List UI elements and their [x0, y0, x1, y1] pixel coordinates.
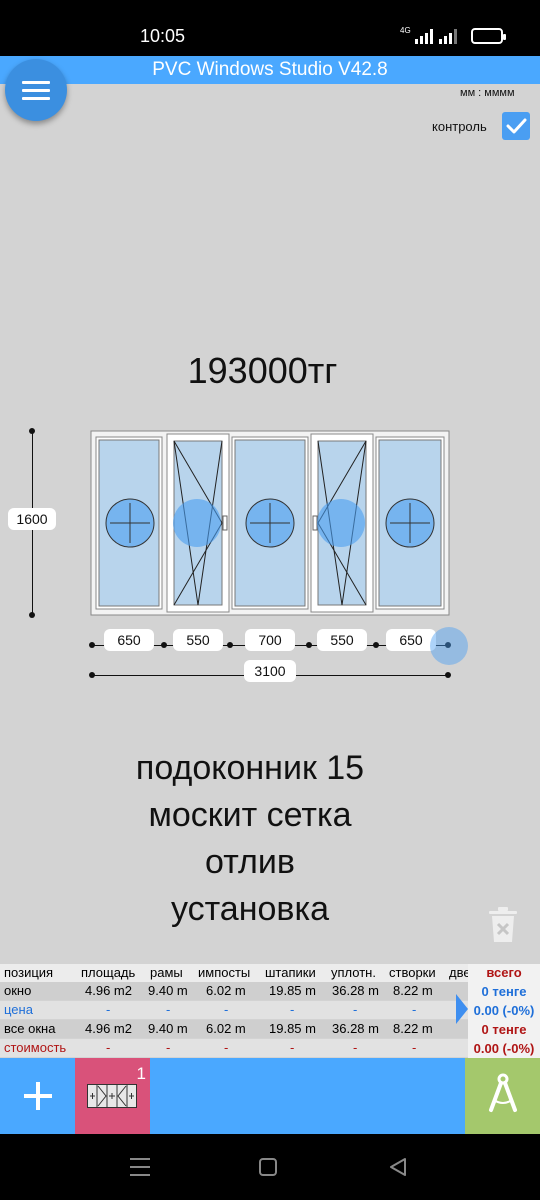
table-cell: -	[106, 1040, 111, 1055]
compass-tool-button[interactable]	[465, 1058, 540, 1134]
total-cost: 0.00 (-0%)	[473, 1041, 535, 1056]
table-cell: -	[166, 1040, 171, 1055]
total-window: 0 тенге	[481, 984, 527, 999]
window-count-badge: 1	[136, 1064, 146, 1083]
order-notes[interactable]: подоконник 15 москит сетка отлив установ…	[0, 745, 500, 933]
segment-width-label[interactable]: 550	[317, 629, 367, 651]
signal-2-icon	[438, 28, 457, 44]
summary-row-window[interactable]: окно 4.96 m2 9.40 m 6.02 m 19.85 m 36.28…	[0, 982, 468, 1000]
segment-dim-dot	[306, 642, 312, 648]
table-cell: 4.96 m2	[85, 983, 132, 998]
table-cell: 19.85 m	[269, 983, 316, 998]
table-cell: 9.40 m	[148, 1021, 188, 1036]
note-line: подоконник 15	[135, 749, 365, 787]
total-all-windows: 0 тенге	[481, 1022, 527, 1037]
network-type: 4G	[400, 25, 411, 35]
table-cell: 4.96 m2	[85, 1021, 132, 1036]
segment-width-label[interactable]: 650	[386, 629, 436, 651]
back-icon[interactable]	[388, 1158, 408, 1176]
summary-row-price[interactable]: цена - - - - - -	[0, 1001, 468, 1019]
bottom-toolbar: 1	[0, 1058, 540, 1134]
table-cell: 6.02 m	[206, 983, 246, 998]
table-cell: 8.22 m	[393, 1021, 433, 1036]
header-cell: площадь	[81, 965, 136, 980]
recent-apps-icon[interactable]	[130, 1158, 150, 1176]
height-dim-dot-bottom	[29, 612, 35, 618]
compass-icon	[489, 1073, 517, 1112]
table-cell: -	[290, 1002, 295, 1017]
window-thumbnail-icon	[87, 1084, 137, 1108]
summary-row-cost[interactable]: стоимость - - - - - -	[0, 1039, 468, 1057]
header-cell: уплотн.	[331, 965, 376, 980]
table-cell: -	[106, 1002, 111, 1017]
table-cell: 6.02 m	[206, 1021, 246, 1036]
table-cell: -	[412, 1002, 417, 1017]
table-cell: 36.28 m	[332, 1021, 379, 1036]
header-cell: рамы	[150, 965, 183, 980]
segment-dim-dot	[161, 642, 167, 648]
table-cell: -	[224, 1002, 229, 1017]
dimension-drag-handle[interactable]	[430, 627, 468, 665]
note-line: установка	[171, 890, 329, 928]
total-price: 0.00 (-0%)	[473, 1003, 535, 1018]
note-line: отлив	[205, 843, 295, 881]
table-cell: -	[224, 1040, 229, 1055]
totals-column: всего 0 тенге 0.00 (-0%) 0 тенге 0.00 (-…	[468, 964, 540, 1058]
table-cell: -	[166, 1002, 171, 1017]
row-label: окно	[4, 983, 32, 998]
row-label: стоимость	[4, 1040, 67, 1055]
summary-row-all-windows[interactable]: все окна 4.96 m2 9.40 m 6.02 m 19.85 m 3…	[0, 1020, 468, 1038]
battery-icon	[470, 28, 506, 44]
signal-icon	[414, 28, 433, 44]
table-cell: 9.40 m	[148, 983, 188, 998]
home-icon[interactable]	[258, 1158, 278, 1176]
total-width-dot-right	[445, 672, 451, 678]
add-window-button[interactable]	[18, 1076, 58, 1116]
segment-dim-dot	[89, 642, 95, 648]
menu-button[interactable]	[5, 59, 67, 121]
control-checkbox[interactable]	[502, 112, 530, 140]
status-bar: 10:05 4G	[0, 0, 540, 56]
row-label: цена	[4, 1002, 33, 1017]
trash-icon[interactable]	[486, 906, 520, 944]
header-cell: позиция	[4, 965, 54, 980]
segment-width-label[interactable]: 700	[245, 629, 295, 651]
expand-arrow-icon[interactable]	[456, 994, 468, 1024]
table-cell: -	[353, 1002, 358, 1017]
window-tab-1[interactable]: 1	[75, 1058, 150, 1134]
control-label: контроль	[432, 119, 487, 134]
header-cell: импосты	[198, 965, 251, 980]
status-icons: 4G	[400, 25, 506, 46]
app-title: PVC Windows Studio V42.8	[0, 56, 540, 84]
summary-header-row: позиция площадь рамы импосты штапики упл…	[0, 964, 471, 982]
header-cell: штапики	[265, 965, 316, 980]
row-label: все окна	[4, 1021, 56, 1036]
segment-width-label[interactable]: 650	[104, 629, 154, 651]
table-cell: 8.22 m	[393, 983, 433, 998]
header-cell: створки	[389, 965, 436, 980]
table-cell: 36.28 m	[332, 983, 379, 998]
table-cell: -	[290, 1040, 295, 1055]
table-cell: -	[353, 1040, 358, 1055]
segment-dim-dot	[373, 642, 379, 648]
window-drawing[interactable]	[90, 430, 450, 616]
segment-width-label[interactable]: 550	[173, 629, 223, 651]
units-label[interactable]: мм : мммм	[460, 87, 515, 99]
height-dim-label[interactable]: 1600	[8, 508, 56, 530]
note-line: москит сетка	[148, 796, 352, 834]
price-label: 193000тг	[187, 350, 338, 391]
table-cell: -	[412, 1040, 417, 1055]
table-cell: 19.85 m	[269, 1021, 316, 1036]
checkmark-icon	[506, 118, 527, 134]
total-width-dot-left	[89, 672, 95, 678]
total-width-label[interactable]: 3100	[244, 660, 296, 682]
system-nav-bar	[0, 1134, 540, 1200]
segment-dim-dot	[227, 642, 233, 648]
totals-header: всего	[486, 965, 522, 980]
status-time: 10:05	[140, 26, 186, 46]
